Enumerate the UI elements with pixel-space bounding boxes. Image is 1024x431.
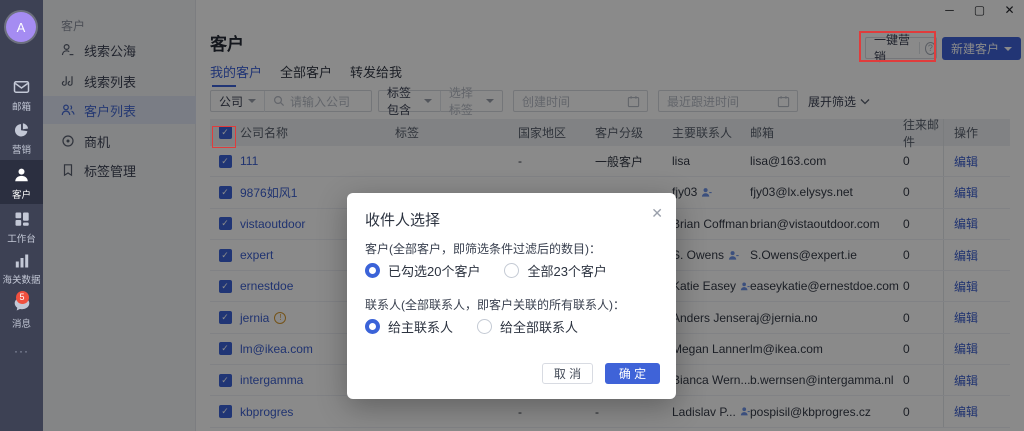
rail-item-label: 工作台 (1, 230, 42, 244)
recipient-picker-modal: 收件人选择 ✕ 客户(全部客户，即筛选条件过滤后的数目)： 已勾选20个客户 全… (347, 193, 676, 399)
rail-item-mail[interactable]: 邮箱 (0, 79, 43, 113)
radio-label: 全部23个客户 (527, 261, 606, 280)
customer-scope-options: 已勾选20个客户 全部23个客户 (365, 261, 607, 280)
cancel-button[interactable]: 取 消 (542, 363, 593, 384)
rail-item-label: 客户 (1, 186, 42, 200)
primary-sidebar: A 邮箱 营销 客户 (0, 0, 43, 431)
avatar[interactable]: A (6, 12, 36, 42)
pie-chart-icon (13, 122, 30, 138)
mail-icon (13, 79, 30, 95)
contact-scope-label: 联系人(全部联系人，即客户关联的所有联系人)： (365, 296, 625, 313)
contact-scope-options: 给主联系人 给全部联系人 (365, 317, 578, 336)
rail-item-messages[interactable]: 5 消息 (0, 296, 43, 330)
rail-item-label: 消息 (1, 315, 42, 329)
more-icon[interactable]: ··· (0, 344, 43, 358)
bar-chart-icon (14, 253, 30, 268)
message-count-badge: 5 (16, 291, 29, 304)
radio-label: 给主联系人 (388, 317, 453, 336)
modal-title: 收件人选择 (365, 209, 440, 230)
app-window: ─ ▢ ✕ 客户 一键营销 ? 新建客户 我的客户 全部客户 转发给我 公司 (0, 0, 1024, 431)
radio-label: 给全部联系人 (500, 317, 578, 336)
grid-icon (14, 211, 30, 227)
rail-item-label: 营销 (1, 141, 42, 155)
radio-selected-20-customers[interactable] (365, 263, 380, 278)
confirm-button[interactable]: 确 定 (605, 363, 660, 384)
rail-item-customer[interactable]: 客户 (0, 160, 43, 204)
rail-item-label: 邮箱 (1, 98, 42, 112)
radio-label: 已勾选20个客户 (388, 261, 480, 280)
person-icon (13, 167, 30, 183)
rail-item-workbench[interactable]: 工作台 (0, 211, 43, 245)
rail-item-label: 海关数据 (1, 271, 42, 285)
close-icon[interactable]: ✕ (651, 205, 663, 222)
radio-all-contacts[interactable] (477, 319, 492, 334)
rail-item-customs-data[interactable]: 海关数据 (0, 253, 43, 286)
radio-all-23-customers[interactable] (504, 263, 519, 278)
customer-scope-label: 客户(全部客户，即筛选条件过滤后的数目)： (365, 240, 601, 257)
rail-item-marketing[interactable]: 营销 (0, 122, 43, 156)
radio-primary-contact[interactable] (365, 319, 380, 334)
